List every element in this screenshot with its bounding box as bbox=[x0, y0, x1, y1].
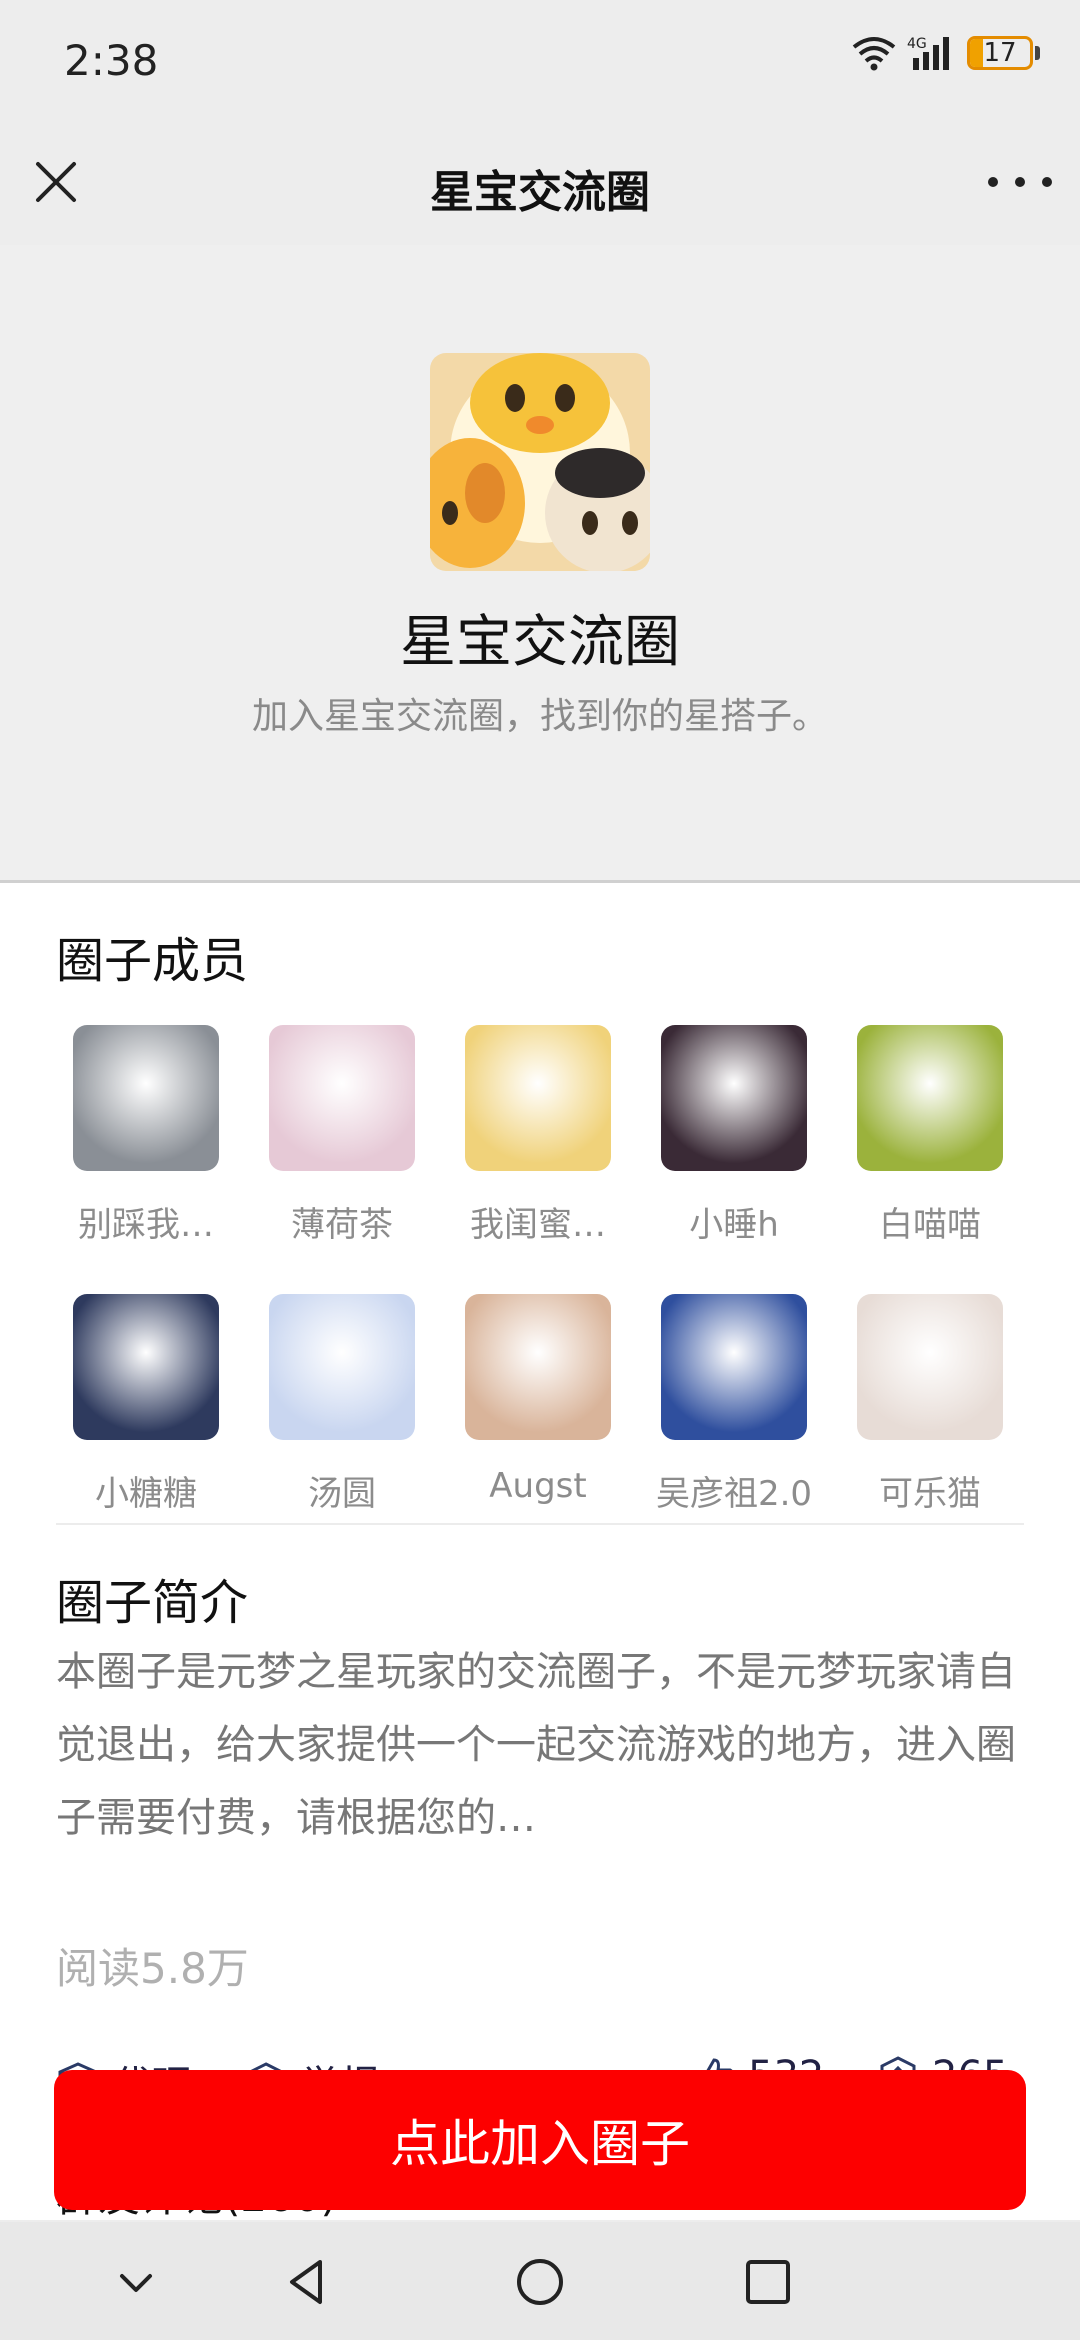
network-type-label: 4G bbox=[907, 36, 927, 52]
signal-icon: 4G bbox=[907, 36, 949, 70]
nav-bar: 星宝交流圈 bbox=[0, 120, 1080, 245]
more-icon[interactable] bbox=[988, 160, 1052, 204]
member-item[interactable]: 汤圆 bbox=[244, 1294, 440, 1515]
avatar[interactable] bbox=[269, 1294, 415, 1440]
member-name: 吴彦祖2.0 bbox=[655, 1474, 813, 1514]
member-name: 我闺蜜… bbox=[470, 1205, 606, 1245]
intro-text[interactable]: 本圈子是元梦之星玩家的交流圈子，不是元梦玩家请自觉退出，给大家提供一个一起交流游… bbox=[56, 1636, 1016, 1855]
avatar[interactable] bbox=[269, 1025, 415, 1171]
avatar[interactable] bbox=[73, 1294, 219, 1440]
back-icon[interactable] bbox=[278, 2252, 338, 2312]
member-item[interactable]: 吴彦祖2.0 bbox=[636, 1294, 832, 1515]
member-item[interactable]: Augst bbox=[440, 1294, 636, 1515]
wifi-icon bbox=[852, 37, 896, 71]
member-name: 汤圆 bbox=[308, 1474, 376, 1514]
circle-name: 星宝交流圈 bbox=[400, 610, 680, 675]
member-name: 薄荷茶 bbox=[291, 1205, 393, 1245]
join-circle-button[interactable]: 点此加入圈子 bbox=[54, 2070, 1026, 2210]
system-nav-bar bbox=[0, 2222, 1080, 2340]
battery-level: 17 bbox=[983, 38, 1017, 68]
member-name: 白喵喵 bbox=[879, 1205, 981, 1245]
page-title: 星宝交流圈 bbox=[430, 167, 650, 218]
member-name: 小糖糖 bbox=[95, 1474, 197, 1514]
intro-section-title: 圈子简介 bbox=[56, 1575, 249, 1631]
status-bar: 2:38 4G 17 bbox=[0, 0, 1080, 120]
member-name: 可乐猫 bbox=[879, 1474, 981, 1514]
section-divider bbox=[56, 1523, 1024, 1525]
content-panel: 圈子成员 别踩我… 薄荷茶 我闺蜜… 小睡h 白喵喵 小糖糖 汤圆 Augst … bbox=[0, 880, 1080, 2221]
avatar[interactable] bbox=[857, 1025, 1003, 1171]
member-name: Augst bbox=[489, 1466, 587, 1506]
recents-icon[interactable] bbox=[738, 2252, 798, 2312]
circle-subtitle: 加入星宝交流圈，找到你的星搭子。 bbox=[251, 696, 828, 737]
read-count: 阅读5.8万 bbox=[56, 1944, 249, 1993]
avatar[interactable] bbox=[73, 1025, 219, 1171]
circle-logo bbox=[430, 353, 650, 571]
member-item[interactable]: 小糖糖 bbox=[48, 1294, 244, 1515]
avatar[interactable] bbox=[661, 1294, 807, 1440]
avatar[interactable] bbox=[465, 1025, 611, 1171]
status-time: 2:38 bbox=[64, 36, 159, 85]
member-name: 小睡h bbox=[689, 1205, 779, 1245]
members-section-title: 圈子成员 bbox=[56, 933, 249, 989]
home-icon[interactable] bbox=[510, 2252, 570, 2312]
member-item[interactable]: 薄荷茶 bbox=[244, 1025, 440, 1246]
member-item[interactable]: 我闺蜜… bbox=[440, 1025, 636, 1246]
circle-header: 星宝交流圈 加入星宝交流圈，找到你的星搭子。 bbox=[0, 245, 1080, 880]
avatar[interactable] bbox=[857, 1294, 1003, 1440]
member-item[interactable]: 白喵喵 bbox=[832, 1025, 1028, 1246]
battery-indicator: 17 bbox=[967, 36, 1040, 70]
chevron-down-icon[interactable] bbox=[106, 2252, 166, 2312]
avatar[interactable] bbox=[661, 1025, 807, 1171]
member-item[interactable]: 别踩我… bbox=[48, 1025, 244, 1246]
member-name: 别踩我… bbox=[78, 1205, 214, 1245]
member-item[interactable]: 小睡h bbox=[636, 1025, 832, 1246]
member-item[interactable]: 可乐猫 bbox=[832, 1294, 1028, 1515]
status-icons: 4G 17 bbox=[851, 34, 1040, 72]
members-grid: 别踩我… 薄荷茶 我闺蜜… 小睡h 白喵喵 小糖糖 汤圆 Augst 吴彦祖2.… bbox=[48, 1025, 1032, 1515]
avatar[interactable] bbox=[465, 1294, 611, 1440]
